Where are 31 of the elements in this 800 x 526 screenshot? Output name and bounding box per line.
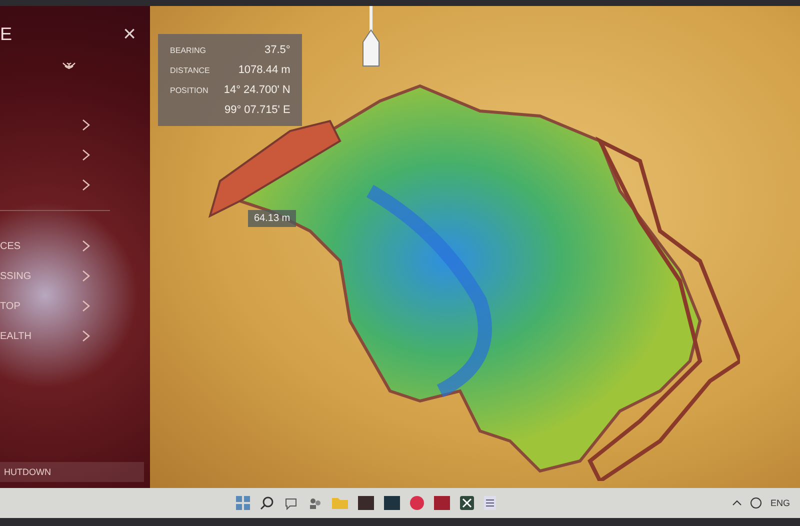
info-value: 37.5° [263, 44, 290, 56]
language-indicator[interactable]: ENG [770, 498, 790, 508]
info-label: DISTANCE [170, 66, 210, 74]
distance-label: 64.13 m [248, 210, 296, 227]
chevron-icon [82, 240, 90, 252]
info-label: BEARING [170, 46, 208, 54]
search-icon[interactable] [260, 496, 274, 510]
app-icon[interactable] [410, 496, 424, 510]
info-value: 99° 07.715' E [224, 104, 290, 116]
menu-item[interactable]: CES [0, 231, 150, 261]
chevron-icon [82, 330, 90, 342]
info-value: 14° 24.700' N [224, 84, 290, 96]
menu-item[interactable]: EALTH [0, 321, 150, 351]
start-icon[interactable] [236, 496, 250, 510]
shutdown-button[interactable]: HUTDOWN [0, 462, 144, 482]
close-button[interactable]: × [119, 21, 140, 47]
notepad-icon[interactable] [484, 496, 496, 510]
people-icon[interactable] [308, 496, 322, 510]
menu-item[interactable]: TOP [0, 291, 150, 321]
info-value: 1078.44 m [237, 64, 290, 76]
sidebar-title: E [0, 24, 12, 44]
menu-item[interactable]: SSING [0, 261, 150, 291]
chevron-icon [82, 149, 90, 161]
info-label: POSITION [170, 86, 210, 94]
caret-icon[interactable] [732, 500, 742, 506]
chevron-icon [82, 300, 90, 312]
chevron-icon [82, 179, 90, 191]
chevron-icon [82, 270, 90, 282]
chat-icon[interactable] [284, 496, 298, 510]
chevron-icon [82, 119, 90, 131]
boat-marker-icon [360, 6, 382, 68]
